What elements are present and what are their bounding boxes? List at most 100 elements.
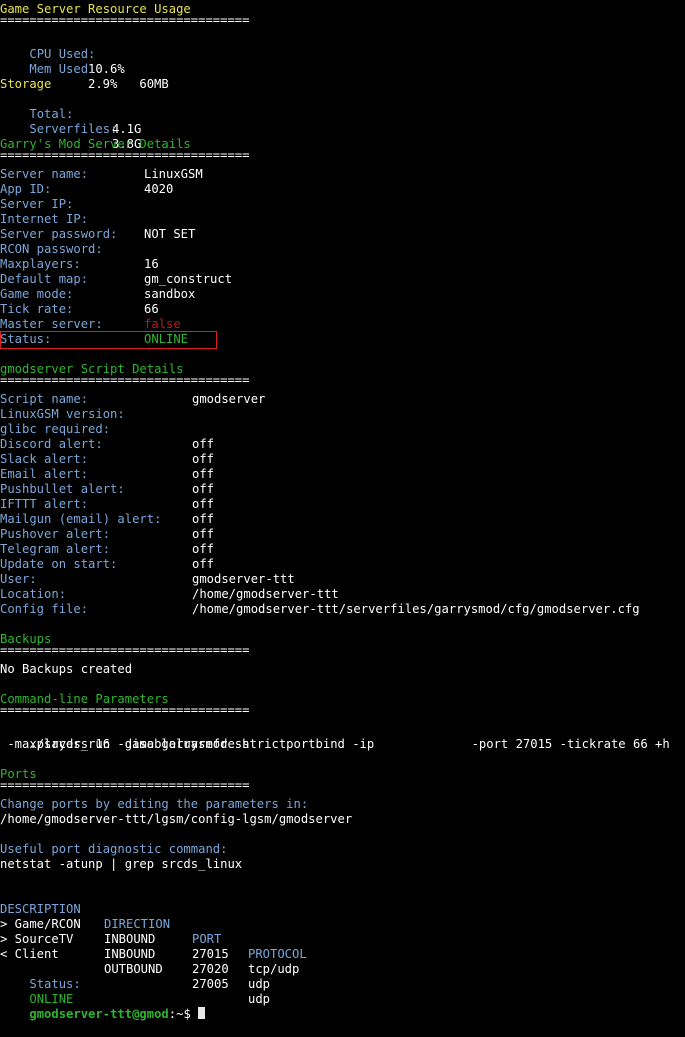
field-value: 66: [144, 302, 159, 316]
list-item: Server IP:: [0, 197, 369, 212]
field-value: /home/gmodserver-ttt: [192, 587, 339, 601]
field-value: LinuxGSM: [144, 167, 203, 181]
heading-rule: ==================================: [0, 13, 250, 27]
col-protocol: PROTOCOL: [248, 947, 307, 961]
list-item: Default map: gm_construct: [0, 272, 232, 287]
heading-rule: ==================================: [0, 643, 250, 657]
field-label: Slack alert:: [0, 452, 89, 466]
field-label: Telegram alert:: [0, 542, 111, 556]
field-label: Maxplayers:: [0, 257, 81, 271]
list-item: Update on start: off: [0, 557, 214, 572]
change-ports-path: /home/gmodserver-ttt/lgsm/config-lgsm/gm…: [0, 812, 353, 826]
field-value: off: [192, 467, 215, 481]
serverfiles-row: Serverfiles: 3.8G: [0, 107, 141, 151]
field-label: Tick rate:: [0, 302, 74, 316]
redaction-bar: [143, 243, 369, 256]
field-value: 4020: [144, 182, 174, 196]
serverfiles-label: Serverfiles:: [29, 122, 118, 136]
list-item: Slack alert: off: [0, 452, 214, 467]
list-item: Server password: NOT SET: [0, 227, 195, 242]
field-label: Config file:: [0, 602, 89, 616]
field-label: Discord alert:: [0, 437, 103, 451]
field-label: Pushbullet alert:: [0, 482, 125, 496]
list-item: Internet IP:: [0, 212, 369, 227]
list-item: Pushbullet alert: off: [0, 482, 214, 497]
list-item: Location: /home/gmodserver-ttt: [0, 587, 339, 602]
storage-total-row: Total: 4.1G: [0, 92, 141, 136]
list-item: Pushover alert: off: [0, 527, 214, 542]
shell-prompt[interactable]: gmodserver-ttt@gmod:~$: [0, 992, 206, 1021]
status-highlight-box: [0, 331, 217, 349]
mem-used-value: 2.9% 60MB: [88, 77, 169, 91]
text-cursor: [198, 1007, 206, 1019]
field-label: Script name:: [0, 392, 89, 406]
field-value: off: [192, 527, 215, 541]
redaction-bar: [143, 213, 369, 226]
field-value: gm_construct: [144, 272, 233, 286]
port-protocol: tcp/udp: [248, 962, 300, 976]
field-label: Internet IP:: [0, 212, 89, 226]
field-label: Pushover alert:: [0, 527, 111, 541]
list-item: Tick rate: 66: [0, 302, 159, 317]
port-direction: INBOUND: [104, 932, 156, 946]
field-label: Default map:: [0, 272, 89, 286]
list-item: App ID: 4020: [0, 182, 173, 197]
mem-used-label: Mem Used:: [29, 62, 96, 76]
ports-status-label: Status:: [29, 977, 81, 991]
mem-used-row: Mem Used: 2.9% 60MB: [0, 47, 168, 91]
field-label: User:: [0, 572, 37, 586]
field-label: Email alert:: [0, 467, 89, 481]
list-item: Discord alert: off: [0, 437, 214, 452]
field-value: false: [144, 317, 181, 331]
heading-rule: ==================================: [0, 148, 250, 162]
list-item: Config file: /home/gmodserver-ttt/serverf…: [0, 602, 640, 617]
heading-rule: ==================================: [0, 373, 250, 387]
field-value: off: [192, 497, 215, 511]
list-item: IFTTT alert: off: [0, 497, 214, 512]
field-value: off: [192, 542, 215, 556]
field-value: off: [192, 512, 215, 526]
table-row: < Client OUTBOUND 27005 udp: [0, 932, 270, 1006]
redaction-bar: [191, 423, 293, 436]
field-label: Game mode:: [0, 287, 74, 301]
field-label: Update on start:: [0, 557, 118, 571]
backups-text: No Backups created: [0, 662, 133, 676]
table-row: > SourceTV INBOUND 27020 udp: [0, 917, 270, 991]
field-value: off: [192, 452, 215, 466]
port-direction: INBOUND: [104, 947, 156, 961]
field-label: Mailgun (email) alert:: [0, 512, 162, 526]
terminal-window[interactable]: Game Server Resource Usage =============…: [0, 0, 685, 1022]
field-value: 16: [144, 257, 159, 271]
cpu-used-row: CPU Used: 10.6%: [0, 32, 124, 76]
list-item: RCON password:: [0, 242, 369, 257]
field-label: Location:: [0, 587, 67, 601]
field-label: LinuxGSM version:: [0, 407, 125, 421]
field-label: Server IP:: [0, 197, 74, 211]
port-diagnostic-command: netstat -atunp | grep srcds_linux: [0, 857, 243, 871]
list-item: LinuxGSM version:: [0, 407, 293, 422]
list-item: Email alert: off: [0, 467, 214, 482]
list-item: Script name: gmodserver: [0, 392, 265, 407]
field-value: off: [192, 437, 215, 451]
redaction-bar: [191, 408, 293, 421]
storage-heading: Storage: [0, 77, 52, 91]
prompt-user-host: gmodserver-ttt@gmod: [29, 1007, 169, 1021]
cmdline-line-1: ./srcds_run -game garrysmod -strictportb…: [0, 722, 669, 751]
field-value: sandbox: [144, 287, 196, 301]
port-number: 27020: [192, 962, 229, 976]
heading-rule: ==================================: [0, 703, 250, 717]
server-ip-redaction: [139, 194, 373, 214]
field-label: IFTTT alert:: [0, 497, 89, 511]
field-value: off: [192, 557, 215, 571]
field-value: /home/gmodserver-ttt/serverfiles/garrysm…: [192, 602, 640, 616]
list-item: Mailgun (email) alert: off: [0, 512, 214, 527]
cmdline-part-b: -port 27015 -tickrate 66 +h: [471, 737, 670, 751]
field-label: Server password:: [0, 227, 118, 241]
port-protocol: udp: [248, 977, 271, 991]
table-row: > Game/RCON INBOUND 27015 tcp/udp: [0, 902, 299, 976]
change-ports-label: Change ports by editing the parameters i…: [0, 797, 309, 811]
field-label: glibc required:: [0, 422, 111, 436]
port-protocol: udp: [248, 992, 271, 1006]
list-item: Game mode: sandbox: [0, 287, 195, 302]
list-item: Telegram alert: off: [0, 542, 214, 557]
